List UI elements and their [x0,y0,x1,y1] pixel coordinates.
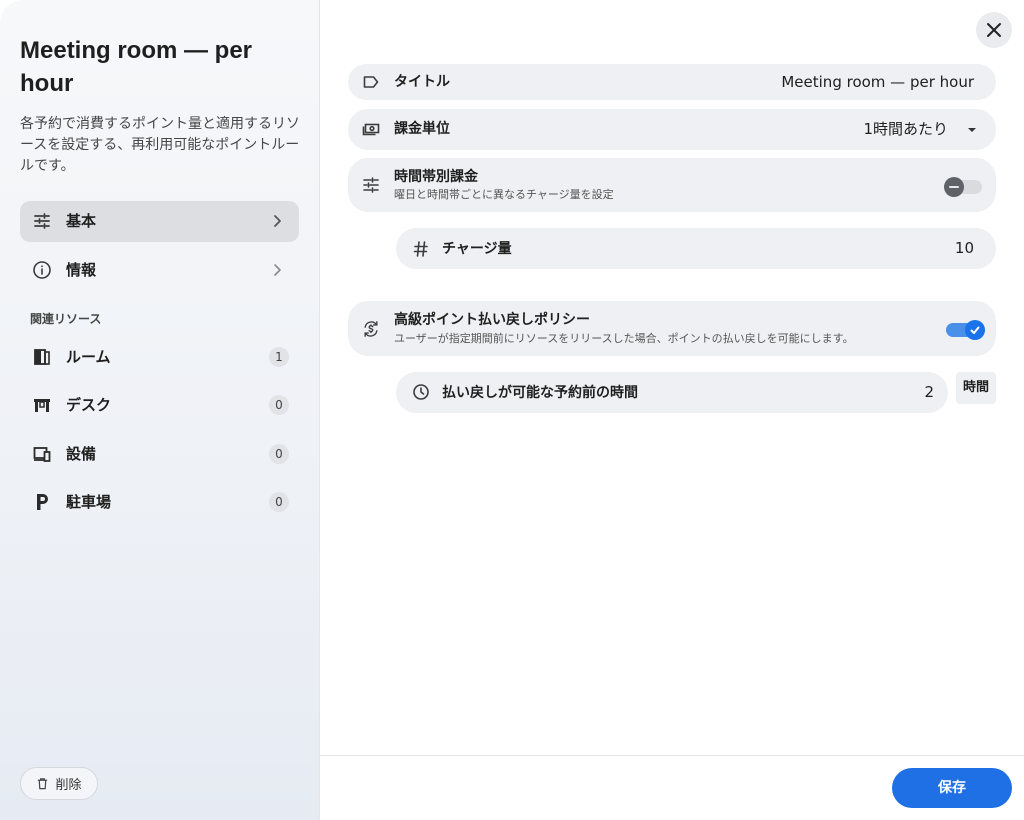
billing-unit-label: 課金単位 [394,121,450,137]
refund-currency-icon [362,320,382,340]
resource-label: デスク [66,396,112,414]
delete-button[interactable]: 削除 [20,767,98,800]
resource-count-badge: 0 [269,395,289,415]
close-icon [987,23,1001,37]
resource-count-badge: 1 [269,347,289,367]
money-icon [362,120,380,138]
billing-unit-value: 1時間あたり [863,120,948,138]
toggle-knob [944,177,964,197]
resource-item-room[interactable]: ルーム 1 [20,337,299,377]
time-based-billing-toggle[interactable] [944,177,982,197]
nav-item-basic[interactable]: 基本 [20,201,299,242]
page-title: Meeting room — per hour [20,37,253,97]
close-button[interactable] [976,12,1012,48]
title-label: タイトル [394,74,450,90]
toggle-knob [965,320,985,340]
title-value: Meeting room — per hour [781,73,974,91]
refund-time-field[interactable]: 払い戻しが可能な予約前の時間 2 [396,372,948,413]
parking-icon [32,492,52,512]
refund-time-unit: 時間 [956,372,996,404]
trash-icon [38,778,48,790]
time-based-billing-description: 曜日と時間帯ごとに異なるチャージ量を設定 [394,188,614,201]
title-field[interactable]: タイトル Meeting room — per hour [348,64,996,100]
section-label-related-resources: 関連リソース [30,312,102,326]
tune-icon [362,176,380,194]
info-icon [32,260,52,280]
refund-policy-toggle[interactable] [946,320,985,340]
clock-icon [412,383,430,401]
dialog: Meeting room — per hour 各予約で消費するポイント量と適用… [0,0,1024,820]
chevron-right-icon [269,213,285,229]
resource-label: 設備 [66,445,97,463]
hash-icon [412,240,430,258]
resource-count-badge: 0 [269,492,289,512]
refund-policy-description: ユーザーが指定期間前にリソースをリリースした場合、ポイントの払い戻しを可能にしま… [394,332,854,345]
nav-item-label: 基本 [66,212,97,230]
save-button[interactable]: 保存 [892,768,1012,808]
time-based-billing-label: 時間帯別課金 [394,169,478,185]
delete-label: 削除 [55,778,82,793]
devices-icon [32,444,52,464]
page-description: 各予約で消費するポイント量と適用するリソースを設定する、再利用可能なポイントルー… [20,116,300,174]
refund-time-label: 払い戻しが可能な予約前の時間 [442,385,638,401]
refund-policy-row: 高級ポイント払い戻しポリシー ユーザーが指定期間前にリソースをリリースした場合、… [348,301,996,356]
caret-down-icon [968,128,976,132]
resource-item-parking[interactable]: 駐車場 0 [20,482,299,522]
resource-label: 駐車場 [66,493,112,511]
chevron-right-icon [269,262,285,278]
charge-amount-label: チャージ量 [442,241,512,257]
sidebar: Meeting room — per hour 各予約で消費するポイント量と適用… [0,0,320,820]
resource-label: ルーム [66,348,111,366]
refund-time-value: 2 [924,383,934,401]
tune-icon [32,211,52,231]
label-tag-icon [362,73,380,91]
time-based-billing-row: 時間帯別課金 曜日と時間帯ごとに異なるチャージ量を設定 [348,158,996,212]
nav-item-info[interactable]: 情報 [20,250,299,291]
charge-amount-value: 10 [954,239,974,257]
room-icon [32,347,52,367]
charge-amount-field[interactable]: チャージ量 10 [396,228,996,269]
desk-icon [32,395,52,415]
resource-item-desk[interactable]: デスク 0 [20,385,299,425]
nav-item-label: 情報 [66,261,97,279]
refund-policy-label: 高級ポイント払い戻しポリシー [394,312,590,328]
check-icon [970,326,980,334]
resource-count-badge: 0 [269,444,289,464]
billing-unit-select[interactable]: 課金単位 1時間あたり [348,109,996,150]
resource-item-equipment[interactable]: 設備 0 [20,434,299,474]
